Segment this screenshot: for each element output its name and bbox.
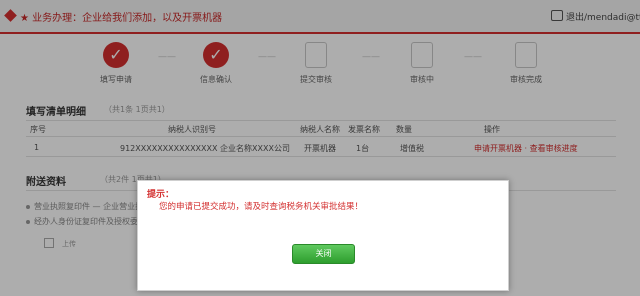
page-background: ★ 业务办理：企业给我们添加，以及开票机器 退出/mendadi@ttt ✓ 填… — [0, 0, 640, 296]
dialog-message: 您的申请已提交成功，请及时查询税务机关审批结果！ — [159, 202, 364, 212]
close-button[interactable]: 关闭 — [292, 244, 355, 264]
success-dialog: 提示： 您的申请已提交成功，请及时查询税务机关审批结果！ 关闭 — [137, 180, 509, 291]
dialog-title: 提示： — [147, 190, 175, 200]
